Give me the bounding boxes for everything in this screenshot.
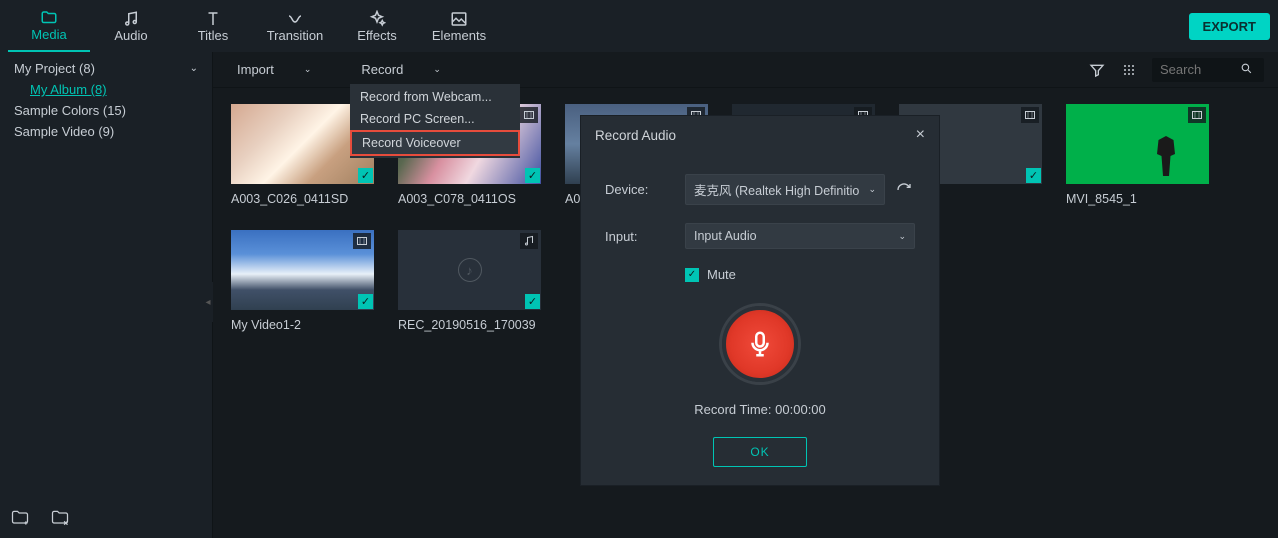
record-label: Record (361, 62, 403, 77)
new-folder-icon[interactable] (10, 508, 30, 528)
sidebar-colors-label: Sample Colors (15) (14, 103, 126, 118)
clip-label: REC_20190516_170039 (398, 318, 541, 332)
sidebar-video[interactable]: Sample Video (9) (0, 121, 212, 142)
modal-titlebar: Record Audio × (581, 116, 939, 154)
chevron-down-icon: ⌄ (433, 64, 441, 75)
record-time-label: Record Time: (694, 402, 771, 417)
input-select[interactable]: Input Audio ⌄ (685, 223, 915, 249)
film-icon (353, 233, 371, 249)
tool-titles[interactable]: Titles (172, 0, 254, 52)
music-icon (122, 10, 140, 28)
sidebar: My Project (8) ⌄ My Album (8) Sample Col… (0, 52, 213, 538)
chevron-down-icon: ⌄ (190, 63, 198, 74)
search-input[interactable] (1152, 58, 1264, 82)
clip-label: MVI_8545_1 (1066, 192, 1209, 206)
device-label: Device: (605, 182, 685, 197)
tool-effects-label: Effects (357, 28, 397, 43)
close-icon[interactable]: × (916, 126, 925, 144)
clip-label: A003_C026_0411SD (231, 192, 374, 206)
chevron-down-icon: ⌄ (304, 64, 312, 75)
delete-folder-icon[interactable] (50, 508, 70, 528)
input-value: Input Audio (694, 229, 757, 243)
tool-media[interactable]: Media (8, 0, 90, 52)
media-clip[interactable]: MVI_8545_1 (1066, 104, 1209, 206)
tool-media-label: Media (31, 27, 66, 42)
record-time-value: 00:00:00 (775, 402, 826, 417)
record-time: Record Time: 00:00:00 (605, 402, 915, 417)
content-toolbar: Import ⌄ Record ⌄ (213, 52, 1278, 88)
mute-checkbox[interactable]: ✓ (685, 268, 699, 282)
collapse-handle[interactable]: ◂ (203, 282, 213, 322)
record-dropdown[interactable]: Record ⌄ (351, 58, 450, 81)
tool-titles-label: Titles (198, 28, 229, 43)
tool-audio[interactable]: Audio (90, 0, 172, 52)
device-select[interactable]: 麦克风 (Realtek High Definitio ⌄ (685, 174, 885, 205)
sidebar-album[interactable]: My Album (8) (0, 79, 212, 100)
input-label: Input: (605, 229, 685, 244)
chevron-down-icon: ⌄ (868, 184, 876, 195)
film-icon (520, 107, 538, 123)
chevron-down-icon: ⌄ (898, 231, 906, 242)
sidebar-video-label: Sample Video (9) (14, 124, 114, 139)
effects-icon (368, 10, 386, 28)
check-icon: ✓ (1026, 168, 1041, 183)
clip-thumbnail: ✓ (231, 230, 374, 310)
image-icon (450, 10, 468, 28)
check-icon: ✓ (525, 168, 540, 183)
ok-button[interactable]: OK (713, 437, 807, 467)
record-voiceover-item[interactable]: Record Voiceover (350, 130, 520, 156)
check-icon: ✓ (358, 168, 373, 183)
tool-elements[interactable]: Elements (418, 0, 500, 52)
check-icon: ✓ (358, 294, 373, 309)
grid-view-icon[interactable] (1120, 61, 1138, 79)
tool-audio-label: Audio (114, 28, 147, 43)
clip-thumbnail (1066, 104, 1209, 184)
film-icon (1021, 107, 1039, 123)
tool-elements-label: Elements (432, 28, 486, 43)
clip-label: A003_C078_0411OS (398, 192, 541, 206)
record-button[interactable] (722, 306, 798, 382)
refresh-icon[interactable] (893, 179, 915, 201)
record-menu: Record from Webcam... Record PC Screen..… (350, 84, 520, 158)
record-pcscreen-item[interactable]: Record PC Screen... (350, 108, 520, 130)
record-webcam-item[interactable]: Record from Webcam... (350, 86, 520, 108)
sidebar-project[interactable]: My Project (8) ⌄ (0, 58, 212, 79)
modal-title-text: Record Audio (595, 128, 676, 143)
search-icon (1240, 62, 1253, 78)
clip-thumbnail: ♪✓ (398, 230, 541, 310)
media-clip[interactable]: ✓ My Video1-2 (231, 230, 374, 332)
record-audio-modal: Record Audio × Device: 麦克风 (Realtek High… (580, 115, 940, 486)
clip-label: My Video1-2 (231, 318, 374, 332)
tool-effects[interactable]: Effects (336, 0, 418, 52)
search-field[interactable] (1160, 62, 1240, 77)
text-icon (204, 10, 222, 28)
import-dropdown[interactable]: Import ⌄ (227, 58, 321, 81)
sidebar-colors[interactable]: Sample Colors (15) (0, 100, 212, 121)
mute-label: Mute (707, 267, 736, 282)
tool-transition[interactable]: Transition (254, 0, 336, 52)
device-value: 麦克风 (Realtek High Definitio (694, 180, 859, 199)
folder-icon (40, 9, 58, 27)
tool-transition-label: Transition (267, 28, 324, 43)
sidebar-project-label: My Project (8) (14, 61, 95, 76)
filter-icon[interactable] (1088, 61, 1106, 79)
audio-icon (520, 233, 538, 249)
export-button[interactable]: EXPORT (1189, 13, 1270, 40)
film-icon (1188, 107, 1206, 123)
transition-icon (286, 10, 304, 28)
check-icon: ✓ (525, 294, 540, 309)
import-label: Import (237, 62, 274, 77)
top-toolbar: Media Audio Titles Transition Effects El… (0, 0, 1278, 52)
media-clip[interactable]: ♪✓ REC_20190516_170039 (398, 230, 541, 332)
